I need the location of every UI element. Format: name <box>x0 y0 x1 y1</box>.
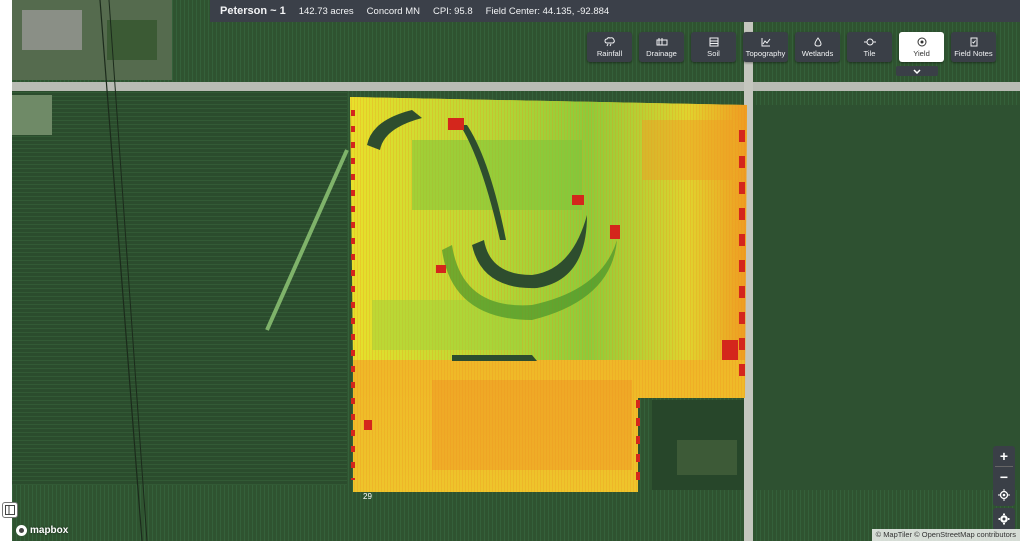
topography-label: Topography <box>745 48 786 58</box>
app-window: { "field": { "name": "Peterson ~ 1", "ac… <box>0 0 1024 541</box>
field-notes-label: Field Notes <box>954 48 993 58</box>
field-center: Field Center: 44.135, -92.884 <box>485 5 610 17</box>
tile-icon <box>863 38 876 45</box>
field-acres: 142.73 acres <box>298 5 354 17</box>
yield-expand-button[interactable] <box>896 66 938 76</box>
gear-icon <box>998 513 1010 525</box>
tile-button[interactable]: Tile <box>847 32 892 62</box>
soil-icon <box>709 37 718 46</box>
topography-button[interactable]: Topography <box>743 32 788 62</box>
west-field <box>12 90 347 485</box>
road-east-west <box>12 82 1020 91</box>
panel-icon <box>5 505 15 515</box>
farm-buildings <box>22 10 82 50</box>
yield-button[interactable]: Yield <box>899 32 944 62</box>
rainfall-label: Rainfall <box>596 48 623 58</box>
settings-button[interactable] <box>993 508 1015 530</box>
field-notes-icon <box>970 37 977 46</box>
right-panel-edge <box>1020 0 1024 541</box>
wetlands-icon <box>813 36 822 47</box>
field-number-label: 29 <box>363 492 372 501</box>
satellite-map[interactable]: 29 <box>12 0 1020 541</box>
chevron-down-icon <box>913 68 921 74</box>
mapbox-logo[interactable]: mapbox <box>16 525 68 536</box>
wetlands-label: Wetlands <box>801 48 834 58</box>
sidebar-toggle-button[interactable] <box>2 502 18 518</box>
crosshair-icon <box>998 489 1010 501</box>
drainage-icon <box>656 37 667 45</box>
east-field <box>754 105 1020 490</box>
farmyard <box>677 440 737 475</box>
road-label-west <box>217 84 219 90</box>
wetlands-button[interactable]: Wetlands <box>795 32 840 62</box>
field-info-bar: Peterson ~ 1 142.73 acres Concord MN CPI… <box>210 0 1020 22</box>
yard-west <box>12 95 52 135</box>
left-panel-edge <box>0 0 12 541</box>
field-name: Peterson ~ 1 <box>220 5 286 17</box>
rainfall-button[interactable]: Rainfall <box>587 32 632 62</box>
zoom-control: + − <box>993 446 1015 487</box>
map-attribution[interactable]: © MapTiler © OpenStreetMap contributors <box>871 529 1020 541</box>
map-canvas[interactable] <box>12 0 1020 541</box>
drainage-label: Drainage <box>646 48 677 58</box>
soil-button[interactable]: Soil <box>691 32 736 62</box>
mapbox-logo-text: mapbox <box>30 525 69 536</box>
field-location: Concord MN <box>366 5 420 17</box>
yield-icon <box>917 37 926 46</box>
zoom-in-button[interactable]: + <box>993 446 1015 466</box>
yield-label: Yield <box>913 48 930 58</box>
field-notes-button[interactable]: Field Notes <box>951 32 996 62</box>
locate-button[interactable] <box>993 484 1015 506</box>
drainage-button[interactable]: Drainage <box>639 32 684 62</box>
field-cpi: CPI: 95.8 <box>433 5 473 17</box>
cloud-rain-icon <box>603 36 615 46</box>
soil-label: Soil <box>707 48 720 58</box>
topography-icon <box>761 37 770 46</box>
tile-label: Tile <box>863 48 876 58</box>
layer-toolbar: Rainfall Drainage Soil Topography Wetlan… <box>587 32 996 62</box>
trees-nw <box>107 20 157 60</box>
mapbox-logo-icon <box>16 525 27 536</box>
